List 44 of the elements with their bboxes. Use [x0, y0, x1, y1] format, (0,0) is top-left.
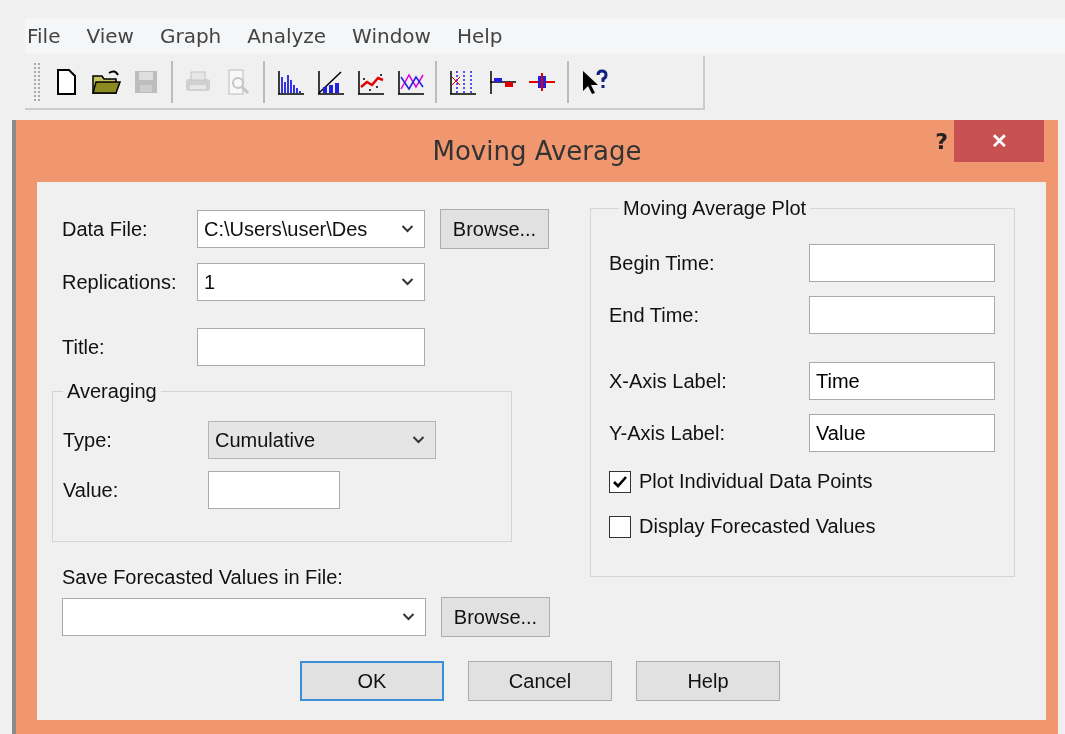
- dialog-button[interactable]: Cancel: [468, 661, 612, 701]
- replications-dropdown[interactable]: 1: [197, 263, 425, 301]
- title-field[interactable]: [197, 328, 425, 366]
- menu-item[interactable]: Help: [456, 24, 517, 48]
- field-label: Data File:: [61, 217, 149, 241]
- field-label: Save Forecasted Values in File:: [62, 566, 344, 589]
- open-folder-icon[interactable]: [91, 67, 121, 97]
- text-field[interactable]: Time: [809, 362, 995, 400]
- field-label: Replications:: [61, 270, 178, 294]
- checkbox-label: Plot Individual Data Points: [639, 470, 873, 493]
- menu-item[interactable]: Window: [352, 24, 445, 48]
- field-label: Type:: [62, 428, 113, 452]
- menu-item[interactable]: View: [86, 24, 148, 48]
- dialog-title: Moving Average: [432, 136, 642, 166]
- browse-button[interactable]: Browse...: [441, 597, 550, 637]
- group-title: Averaging: [66, 380, 158, 403]
- menu-item[interactable]: Graph: [159, 24, 236, 48]
- checkbox[interactable]: [609, 470, 631, 493]
- value-field[interactable]: [208, 471, 340, 509]
- caret-icon: [412, 436, 425, 444]
- checkbox[interactable]: [609, 515, 631, 538]
- field-label: Begin Time:: [609, 251, 716, 275]
- field-label: End Time:: [609, 303, 701, 327]
- dialog-button[interactable]: OK: [300, 661, 444, 701]
- menu-item[interactable]: Analyze: [247, 24, 341, 48]
- close-button[interactable]: ✕: [954, 120, 1044, 162]
- dialog-button[interactable]: Help: [636, 661, 780, 701]
- caret-icon: [401, 225, 414, 233]
- checkbox-label: Display Forecasted Values: [639, 515, 876, 538]
- text-field[interactable]: [809, 296, 995, 334]
- menu-item[interactable]: File: [27, 24, 75, 48]
- group-title: Moving Average Plot: [622, 197, 808, 220]
- field-label: Y-Axis Label:: [609, 421, 726, 445]
- field-label: Title:: [61, 335, 106, 359]
- text-field[interactable]: [809, 244, 995, 282]
- field-label: X-Axis Label:: [609, 369, 728, 393]
- caret-icon: [401, 278, 414, 286]
- field-label: Value:: [62, 478, 120, 502]
- help-button[interactable]: ?: [929, 128, 954, 155]
- caret-icon: [402, 613, 415, 621]
- text-field[interactable]: Value: [809, 414, 995, 452]
- type-dropdown[interactable]: Cumulative: [208, 421, 436, 459]
- data-file-dropdown[interactable]: C:\Users\user\Des: [197, 210, 425, 248]
- browse-button[interactable]: Browse...: [440, 209, 549, 249]
